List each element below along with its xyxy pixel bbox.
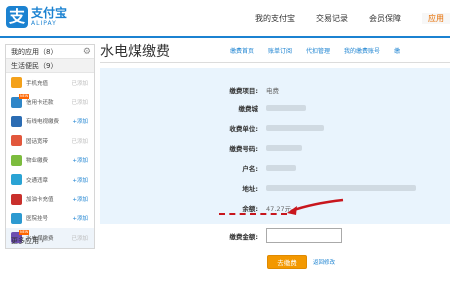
annotation-arrow-icon — [287, 198, 344, 215]
sidebar-app-item[interactable]: NEW 信用卡还款 已添加 — [6, 92, 94, 111]
my-apps-header: 我的应用（8） ⚙ — [6, 45, 94, 59]
top-bar: 支 支付宝 ALIPAY 我的支付宝 交易记录 会员保障 应用 — [0, 0, 450, 38]
app-label: 加油卡充值 — [26, 197, 54, 204]
app-label: 交通违章 — [26, 177, 49, 184]
brand-name-en: ALIPAY — [31, 19, 57, 27]
app-icon — [11, 212, 22, 224]
redacted-value — [266, 165, 296, 171]
app-icon — [11, 193, 22, 205]
brand-name: 支付宝 — [31, 5, 68, 20]
subnav-subscribe[interactable]: 账单订阅 — [268, 46, 292, 55]
app-icon — [11, 135, 22, 147]
pay-button[interactable]: 去缴费 — [267, 255, 307, 269]
amount-row: 缴费金额: — [100, 228, 450, 244]
redacted-value — [266, 105, 306, 111]
sidebar: 我的应用（8） ⚙ 生活便民（9） 手机充值 已添加 NEW 信用卡还款 已添加 有线电视… — [5, 44, 95, 249]
alipay-logo[interactable]: 支 支付宝 ALIPAY — [6, 6, 67, 28]
balance-label: 余额: — [242, 205, 258, 213]
app-list: 手机充值 已添加 NEW 信用卡还款 已添加 有线电视缴费 +添加 固话宽带 已添加 物业缴费 +添… — [6, 73, 94, 248]
gear-icon[interactable]: ⚙ — [83, 46, 91, 58]
app-label: 物业缴费 — [26, 158, 49, 165]
field-label: 户名: — [242, 165, 258, 173]
subnav-my-accounts[interactable]: 我的缴费账号 — [344, 46, 380, 55]
redacted-value — [266, 185, 416, 191]
page-title: 水电煤缴费 — [100, 44, 170, 60]
new-badge: NEW — [19, 94, 30, 100]
subnav-auto-pay[interactable]: 代扣管理 — [306, 46, 330, 55]
app-icon — [11, 115, 22, 127]
app-label: 手机充值 — [26, 80, 49, 87]
sidebar-app-item[interactable]: 有线电视缴费 +添加 — [6, 112, 94, 131]
app-label: 有线电视缴费 — [26, 119, 60, 126]
sidebar-app-item[interactable]: 手机充值 已添加 — [6, 73, 94, 92]
field-row: 地址: — [100, 183, 450, 195]
nav-protection[interactable]: 会员保障 — [369, 13, 401, 24]
add-app-button[interactable]: +添加 — [72, 117, 88, 125]
my-apps-label: 我的应用（8） — [11, 48, 58, 56]
field-value: 电费 — [266, 87, 279, 95]
add-app-button[interactable]: +添加 — [72, 195, 88, 203]
annotation-underline — [219, 213, 287, 215]
back-link[interactable]: 返回修改 — [313, 258, 335, 266]
app-icon — [11, 174, 22, 186]
field-row: 缴费项目: 电费 — [100, 85, 450, 97]
field-row: 户名: — [100, 163, 450, 175]
app-added-status: 已添加 — [71, 235, 88, 242]
sidebar-app-item[interactable]: 物业缴费 +添加 — [6, 151, 94, 170]
sidebar-app-item[interactable]: 交通违章 +添加 — [6, 170, 94, 189]
field-label: 地址: — [242, 185, 258, 193]
app-label: 信用卡还款 — [26, 100, 54, 107]
field-row: 收费单位: — [100, 123, 450, 135]
amount-label: 缴费金额: — [229, 233, 258, 241]
sidebar-app-item[interactable]: 加油卡充值 +添加 — [6, 189, 94, 208]
nav-apps[interactable]: 应用 — [422, 13, 450, 24]
top-nav: 我的支付宝 交易记录 会员保障 应用 — [234, 13, 450, 24]
add-app-button[interactable]: +添加 — [72, 214, 88, 222]
app-icon — [11, 154, 22, 166]
redacted-value — [266, 145, 302, 151]
redacted-value — [266, 125, 324, 131]
amount-input[interactable] — [266, 228, 342, 243]
field-label: 收费单位: — [229, 125, 258, 133]
field-row: 缴费号码: — [100, 143, 450, 155]
category-header[interactable]: 生活便民（9） — [6, 59, 94, 73]
alipay-logo-icon: 支 — [6, 6, 28, 28]
field-label: 缴费项目: — [229, 87, 258, 95]
divider — [100, 62, 450, 63]
app-icon — [11, 77, 22, 89]
bill-info-panel: 缴费项目: 电费 缴费城 收费单位: 缴费号码: 户名: 地址: 余额: 47.… — [100, 68, 450, 224]
sub-nav: 缴费首页 账单订阅 代扣管理 我的缴费账号 缴 — [230, 46, 414, 55]
app-added-status: 已添加 — [71, 138, 88, 145]
add-app-button[interactable]: +添加 — [72, 176, 88, 184]
sidebar-app-item[interactable]: 医院挂号 +添加 — [6, 209, 94, 228]
field-label: 缴费城 — [238, 105, 259, 113]
field-row: 缴费城 — [100, 103, 450, 115]
sidebar-app-item[interactable]: 固话宽带 已添加 — [6, 131, 94, 150]
app-label: 固话宽带 — [26, 138, 49, 145]
app-added-status: 已添加 — [71, 80, 88, 87]
nav-transactions[interactable]: 交易记录 — [316, 13, 348, 24]
new-badge: NEW — [19, 230, 30, 236]
app-label: 医院挂号 — [26, 216, 49, 223]
app-added-status: 已添加 — [71, 100, 88, 107]
field-label: 缴费号码: — [229, 145, 258, 153]
subnav-home[interactable]: 缴费首页 — [230, 46, 254, 55]
subnav-more[interactable]: 缴 — [394, 46, 400, 55]
add-app-button[interactable]: +添加 — [72, 156, 88, 164]
more-apps-link[interactable]: 更多应用 › — [11, 236, 44, 246]
nav-my-alipay[interactable]: 我的支付宝 — [255, 13, 295, 24]
